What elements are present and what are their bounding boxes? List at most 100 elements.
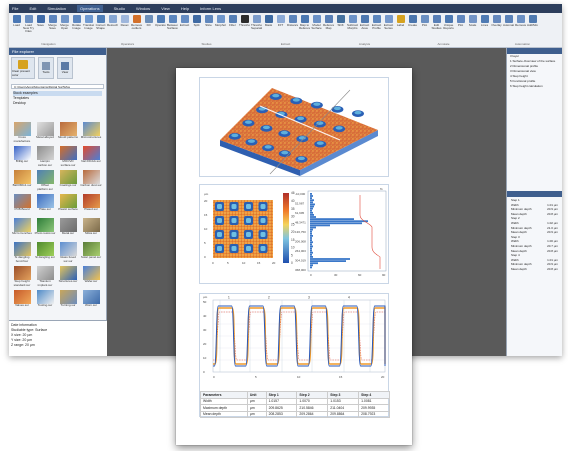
thumbnail-item[interactable]: Worn.sur	[80, 290, 102, 312]
thumbnail-item[interactable]: Plated.sur	[80, 194, 102, 216]
ribbon-button[interactable]: Scale	[467, 15, 478, 39]
histogram-x-tick-label: 60	[358, 273, 362, 277]
ribbon-button[interactable]: Between Surfaces	[167, 15, 178, 39]
thumbnail-caption: Coatings.sur	[59, 184, 77, 187]
ribbon-button[interactable]: Distance	[287, 15, 298, 39]
ribbon-button[interactable]: Automation	[503, 15, 514, 39]
ribbon-button[interactable]: Retouch	[107, 15, 118, 39]
ribbon-button[interactable]: Mask	[263, 15, 274, 39]
ribbon-button[interactable]: Remove outliers	[131, 15, 142, 39]
thumbnail-item[interactable]: Plastic surface	[57, 194, 79, 216]
ribbon-button[interactable]: Save	[35, 15, 46, 39]
ribbon-button[interactable]: Merge Save	[47, 15, 58, 39]
thumbnail-item[interactable]: Cross manufacture	[11, 122, 33, 144]
thumbnail-item[interactable]: Tooling.sur	[34, 290, 56, 312]
thumbnail-item[interactable]: Ball.lIMG1.sur	[11, 170, 33, 192]
ribbon-button[interactable]: Extract Series	[383, 15, 394, 39]
ribbon-button[interactable]: Map to Reference	[299, 15, 310, 39]
ribbon-button[interactable]: Load New Try Files	[23, 15, 34, 39]
thumbnail-item[interactable]: Solar panel.sur	[80, 242, 102, 264]
thumbnail-item[interactable]: Offset platform.sur	[34, 170, 56, 192]
ribbon-button[interactable]: Merge Open	[59, 15, 70, 39]
ribbon-button[interactable]: Split	[191, 15, 202, 39]
ribbon-button-icon	[48, 15, 57, 23]
ribbon-button[interactable]: Shift	[335, 15, 346, 39]
thumbnail-item[interactable]: Si dangling bond.fsur	[11, 242, 33, 264]
thumbnail-image	[59, 218, 77, 232]
thumbnail-item[interactable]: Metal alloyed	[34, 122, 56, 144]
thumbnail-item[interactable]: Coatings.sur	[57, 170, 79, 192]
menu-item[interactable]: Window	[136, 6, 150, 11]
ribbon-button[interactable]: Unique Reports	[443, 15, 454, 39]
ribbon-button[interactable]: Load	[11, 15, 22, 39]
ribbon-button-icon	[444, 15, 453, 23]
menu-item[interactable]: Studio	[114, 6, 125, 11]
tree-item-desktop[interactable]: Desktop	[13, 101, 102, 106]
ribbon-button[interactable]: Reference Map	[323, 15, 334, 39]
ribbon-button[interactable]: Morphology	[215, 15, 226, 39]
ribbon-button[interactable]: Fill	[143, 15, 154, 39]
ribbon-button[interactable]: Rotate Image	[71, 15, 82, 39]
ribbon-button[interactable]: Overlay	[491, 15, 502, 39]
menu-item[interactable]: Simulation	[47, 6, 66, 11]
thumbnail-item[interactable]: Titanium implant.sur	[34, 266, 56, 288]
ribbon-button[interactable]: Threshold	[239, 15, 250, 39]
ribbon-button-label: Translate Image	[83, 24, 94, 30]
thumbnail-item[interactable]: Hairpin carbon.sur	[34, 146, 56, 168]
thumbnail-item[interactable]: Metal.sur	[57, 218, 79, 240]
thumbnail-item[interactable]: Micro trenches	[11, 218, 33, 240]
profile-x-tick-label: 15	[339, 375, 343, 379]
ribbon-button[interactable]: Label	[395, 15, 406, 39]
ribbon-button[interactable]: Lines	[479, 15, 490, 39]
thumbnail-item[interactable]: Si dangling sur	[34, 242, 56, 264]
ribbon-button[interactable]: Threshold Separation	[251, 15, 262, 39]
thumbnail-item[interactable]: Turning.sur	[57, 290, 79, 312]
ribbon-button[interactable]: Correct Shape	[95, 15, 106, 39]
thumbnail-item[interactable]: Wafer.sur	[80, 266, 102, 288]
thumbnail-item[interactable]: Brillig.sur	[11, 146, 33, 168]
path-field[interactable]: C:\Users\Apps\Mountains\Digital Surf\Mos	[11, 84, 104, 89]
thumbnail-item[interactable]: Photo resist.sur	[34, 218, 56, 240]
ribbon-button-label: Operators	[155, 24, 166, 27]
thumbnail-item[interactable]: Nal.DICAA.sur	[80, 146, 102, 168]
clear-color-button[interactable]: Clear present color	[11, 57, 35, 79]
thumbnail-item[interactable]: Microstructures	[80, 122, 102, 144]
menu-item[interactable]: Operations	[77, 5, 103, 12]
ribbon-button[interactable]: FFT	[275, 15, 286, 39]
ribbon-button[interactable]: Filter	[227, 15, 238, 39]
ribbon-button[interactable]: Slice	[203, 15, 214, 39]
ribbon-button[interactable]: Model Surface	[311, 15, 322, 39]
ribbon-button[interactable]: Extract Area	[359, 15, 370, 39]
study-tree-item[interactable]: 6 Step height calculation	[507, 84, 562, 89]
menu-item[interactable]: Help	[181, 6, 189, 11]
ribbon-button[interactable]: Remove	[515, 15, 526, 39]
ribbon-button[interactable]: Operators	[155, 15, 166, 39]
histogram-y-tick-label: 52,987	[295, 202, 305, 206]
thumbnail-item[interactable]: Plate.sur	[34, 194, 56, 216]
menu-item[interactable]: File	[12, 6, 18, 11]
thumbnail-item[interactable]: Valves.sur	[11, 290, 33, 312]
menu-item[interactable]: Edit	[29, 6, 36, 11]
ribbon-button[interactable]: Create	[407, 15, 418, 39]
ribbon-button[interactable]: Plot	[455, 15, 466, 39]
ribbon-button[interactable]: Translate Image	[83, 15, 94, 39]
ribbon-button[interactable]: Plot	[419, 15, 430, 39]
ribbon-button[interactable]: Extract Profile	[371, 15, 382, 39]
ribbon-button[interactable]: Extract	[179, 15, 190, 39]
thumbnail-item[interactable]: Glass fused sur.sur	[57, 242, 79, 264]
thumbnail-item[interactable]: Carbon dust.sur	[80, 170, 102, 192]
ribbon-button[interactable]: Add/Move	[527, 15, 538, 39]
view-button[interactable]: View	[57, 57, 73, 79]
thumbnail-item[interactable]: Mould patterns	[57, 122, 79, 144]
ribbon-button[interactable]: Subtract Morphs	[347, 15, 358, 39]
ribbon-button[interactable]: Reset	[119, 15, 130, 39]
thumbnail-item[interactable]: Silica.sur	[80, 218, 102, 240]
menu-item[interactable]: Inform Lens	[200, 6, 221, 11]
tools-button[interactable]: Tools	[38, 57, 54, 79]
thumbnail-item[interactable]: MOCVD surface.sur	[57, 146, 79, 168]
ribbon-button[interactable]: Edit Studies	[431, 15, 442, 39]
thumbnail-item[interactable]: Structures.sur	[57, 266, 79, 288]
thumbnail-item[interactable]: Step height standard.sur	[11, 266, 33, 288]
menu-item[interactable]: View	[161, 6, 170, 11]
thumbnail-item[interactable]: PCB.Board	[11, 194, 33, 216]
